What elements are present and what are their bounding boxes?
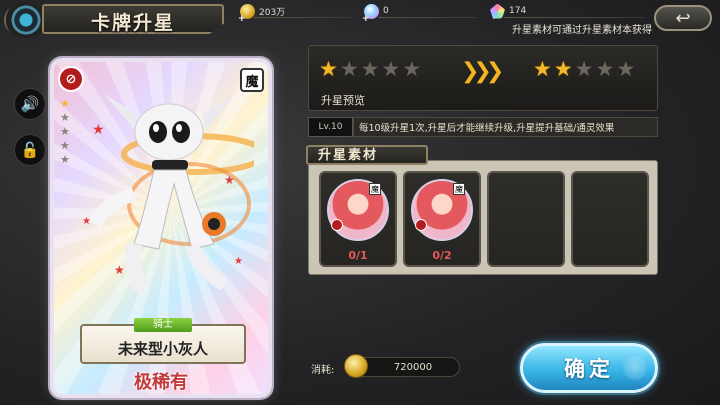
star-empty-icon: ★	[381, 57, 401, 81]
star-empty-icon: ★	[60, 153, 70, 166]
resource-divider	[254, 17, 354, 18]
unlock-icon: 🔓	[20, 141, 40, 159]
material-count: 0/2	[432, 249, 452, 262]
speaker-icon: 🔊	[20, 95, 40, 113]
star-filled-icon: ★	[60, 97, 70, 110]
menu-emblem-icon[interactable]	[4, 2, 48, 38]
title-plate: 卡牌升星	[42, 4, 224, 34]
gold-value: 203万	[259, 7, 286, 18]
top-bar: 卡牌升星 203万 0 174 升星素材可通过升星素材本获得 ↩	[0, 0, 720, 40]
material-slot-empty[interactable]	[487, 171, 565, 267]
character-illustration: ★ ★ ★ ★ ★	[82, 94, 254, 295]
card-class: 骑士	[134, 318, 192, 332]
material-slot[interactable]: 魔 0/1	[319, 171, 397, 267]
next-star-rating: ★ ★ ★ ★ ★	[533, 58, 635, 80]
hero-card[interactable]: ★ ★ ★ ★ ★ ⊘ 魔 ★ ★ ★ ★ ★ 骑士 未来型小灰人 极稀有	[50, 58, 272, 398]
confirm-button[interactable]: 确定	[520, 343, 658, 393]
star-empty-icon: ★	[595, 57, 615, 81]
star-filled-icon: ★	[319, 57, 338, 81]
material-slot-empty[interactable]	[571, 171, 649, 267]
page-title: 卡牌升星	[90, 12, 175, 34]
svg-text:★: ★	[224, 173, 235, 187]
forbidden-icon	[415, 219, 427, 231]
svg-text:★: ★	[234, 256, 243, 267]
cost-value: 720000	[393, 361, 433, 373]
crystal-icon	[490, 3, 505, 19]
star-empty-icon: ★	[616, 57, 636, 81]
back-button[interactable]: ↩	[654, 5, 712, 31]
resource-divider	[504, 17, 644, 18]
star-empty-icon: ★	[360, 57, 380, 81]
star-preview-panel: ★ ★ ★ ★ ★ ❯❯❯ ★ ★ ★ ★ ★ 升星预览	[308, 45, 658, 111]
upgrade-description: 每10级升星1次,升星后才能继续升级,升星提升基础/通灵效果	[353, 117, 658, 137]
confirm-label: 确定	[564, 356, 614, 381]
crystal-value: 174	[509, 6, 527, 16]
attribute-badge: 魔	[369, 183, 381, 195]
level-badge: Lv.10	[308, 117, 353, 137]
back-arrow-icon: ↩	[675, 7, 691, 29]
resource-divider	[378, 17, 478, 18]
upgrade-hint: 升星素材可通过升星素材本获得	[512, 25, 652, 36]
svg-text:★: ★	[82, 216, 91, 227]
card-name-plate: 骑士 未来型小灰人	[80, 318, 246, 364]
gold-coin-icon	[344, 354, 368, 378]
star-empty-icon: ★	[60, 139, 70, 152]
orb-value: 0	[383, 6, 389, 16]
star-empty-icon: ★	[402, 57, 422, 81]
materials-panel: 魔 0/1 魔 0/2	[308, 160, 658, 275]
star-filled-icon: ★	[553, 57, 573, 81]
card-star-rating: ★ ★ ★ ★ ★	[60, 98, 70, 166]
cost-label: 消耗:	[311, 365, 335, 376]
material-slot[interactable]: 魔 0/2	[403, 171, 481, 267]
forbidden-icon: ⊘	[58, 66, 84, 92]
card-rarity: 极稀有	[134, 372, 188, 393]
card-name: 未来型小灰人	[117, 340, 208, 358]
orb-icon	[362, 3, 379, 24]
sound-button[interactable]: 🔊	[14, 88, 46, 120]
star-empty-icon: ★	[339, 57, 359, 81]
forbidden-icon	[331, 219, 343, 231]
arrows-icon: ❯❯❯	[461, 59, 504, 84]
attribute-badge: 魔	[240, 68, 264, 92]
lock-button[interactable]: 🔓	[14, 134, 46, 166]
svg-text:★: ★	[92, 122, 105, 138]
gold-coin-icon	[238, 3, 255, 24]
material-portrait: 魔	[411, 179, 473, 241]
info-row: Lv.10 每10级升星1次,升星后才能继续升级,升星提升基础/通灵效果	[308, 117, 658, 137]
star-empty-icon: ★	[574, 57, 594, 81]
materials-title: 升星素材	[306, 145, 428, 165]
preview-label: 升星预览	[321, 94, 365, 107]
svg-text:★: ★	[114, 263, 125, 277]
star-empty-icon: ★	[60, 111, 70, 124]
star-filled-icon: ★	[533, 57, 552, 81]
attribute-badge: 魔	[453, 183, 465, 195]
material-portrait: 魔	[327, 179, 389, 241]
current-star-rating: ★ ★ ★ ★ ★	[319, 58, 421, 80]
material-count: 0/1	[348, 249, 368, 262]
star-empty-icon: ★	[60, 125, 70, 138]
